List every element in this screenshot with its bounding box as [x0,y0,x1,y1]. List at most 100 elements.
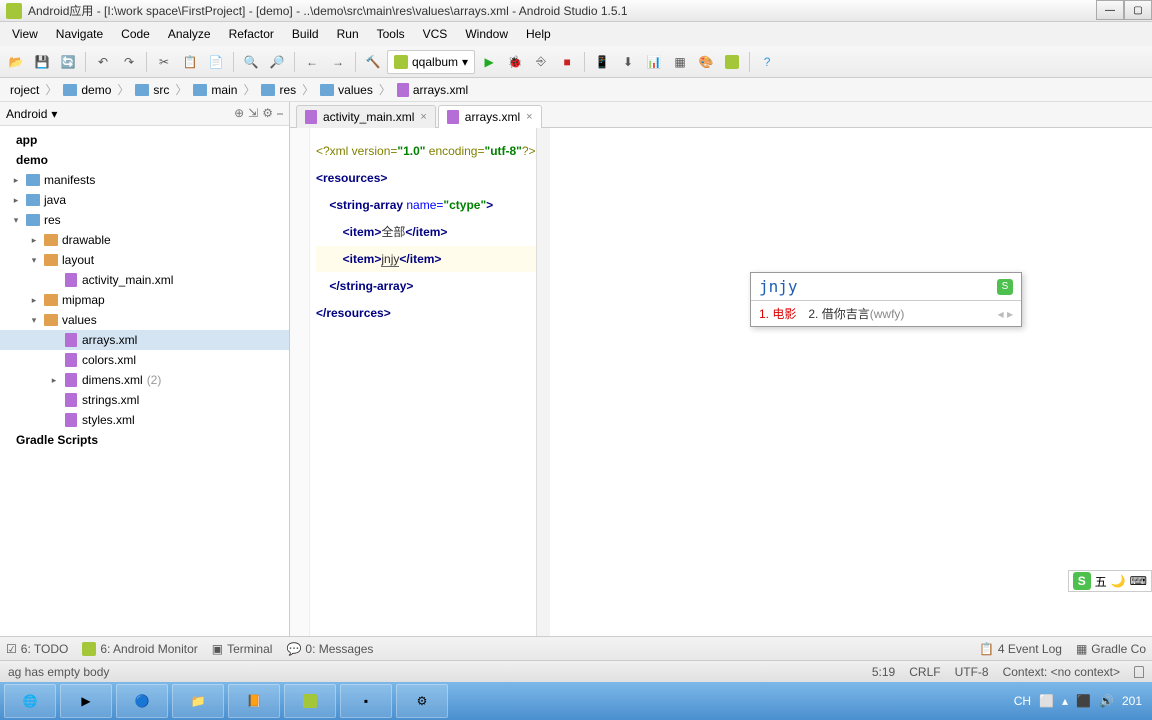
moon-icon[interactable]: 🌙 [1111,574,1126,588]
tool-gradle-console[interactable]: ▦ Gradle Co [1076,642,1146,656]
lock-icon[interactable] [1134,666,1144,678]
system-tray[interactable]: CH ⬜ ▴ ⬛ 🔊 201 [1014,694,1148,708]
layout-inspector-icon[interactable]: ▦ [668,50,692,74]
tree-node-java[interactable]: ▸java [0,190,289,210]
tray-lang[interactable]: CH [1014,694,1031,708]
menu-view[interactable]: View [4,25,46,43]
taskbar-app[interactable]: ⚙ [396,684,448,718]
code-content[interactable]: <?xml version="1.0" encoding="utf-8"?> <… [310,128,536,636]
copy-icon[interactable]: 📋 [178,50,202,74]
tree-node-drawable[interactable]: ▸drawable [0,230,289,250]
tree-node-activity-main[interactable]: activity_main.xml [0,270,289,290]
forward-icon[interactable]: → [326,50,350,74]
ime-page-arrows[interactable]: ◂ ▸ [998,307,1013,321]
tab-arrays[interactable]: arrays.xml × [438,105,542,128]
taskbar-media[interactable]: ▶ [60,684,112,718]
tree-node-colors[interactable]: colors.xml [0,350,289,370]
taskbar-ie[interactable]: 🌐 [4,684,56,718]
make-icon[interactable]: 🔨 [361,50,385,74]
context-indicator[interactable]: Context: <no context> [1003,665,1120,679]
menu-code[interactable]: Code [113,25,158,43]
tray-network-icon[interactable]: ⬛ [1076,694,1091,708]
file-encoding[interactable]: UTF-8 [955,665,989,679]
gear-icon[interactable]: ⚙ [262,106,273,121]
sync-icon[interactable]: 🔄 [56,50,80,74]
ime-candidates[interactable]: 1. 电影 2. 借你吉言(wwfy) ◂ ▸ [751,300,1021,326]
tool-android-monitor[interactable]: 6: Android Monitor [82,642,197,656]
cut-icon[interactable]: ✂ [152,50,176,74]
open-icon[interactable]: 📂 [4,50,28,74]
tray-time[interactable]: 201 [1122,694,1142,708]
tree-node-demo[interactable]: demo [0,150,289,170]
run-icon[interactable]: ▶ [477,50,501,74]
breadcrumb-main[interactable]: main [189,83,241,97]
tool-terminal[interactable]: ▣ Terminal [212,642,273,656]
taskbar-powerpoint[interactable]: 📙 [228,684,280,718]
error-stripe[interactable] [536,128,550,636]
menu-tools[interactable]: Tools [369,25,413,43]
tree-node-gradle-scripts[interactable]: Gradle Scripts [0,430,289,450]
tree-node-res[interactable]: ▾res [0,210,289,230]
code-editor[interactable]: <?xml version="1.0" encoding="utf-8"?> <… [290,128,1152,636]
paste-icon[interactable]: 📄 [204,50,228,74]
menu-navigate[interactable]: Navigate [48,25,111,43]
scroll-to-icon[interactable]: ⊕ [234,106,244,121]
breadcrumb-values[interactable]: values [316,83,377,97]
menu-help[interactable]: Help [518,25,559,43]
collapse-icon[interactable]: ⇲ [248,106,258,121]
tree-node-styles[interactable]: styles.xml [0,410,289,430]
save-icon[interactable]: 💾 [30,50,54,74]
menu-analyze[interactable]: Analyze [160,25,219,43]
chevron-down-icon[interactable]: ▾ [51,107,57,121]
debug-icon[interactable]: 🐞 [503,50,527,74]
close-icon[interactable]: × [526,111,532,123]
back-icon[interactable]: ← [300,50,324,74]
tray-flag-icon[interactable]: ⬜ [1039,694,1054,708]
ddms-icon[interactable]: 📊 [642,50,666,74]
tree-node-mipmap[interactable]: ▸mipmap [0,290,289,310]
close-icon[interactable]: × [420,111,426,123]
taskbar-browser[interactable]: 🔵 [116,684,168,718]
tool-messages[interactable]: 💬 0: Messages [286,642,373,656]
taskbar-explorer[interactable]: 📁 [172,684,224,718]
theme-editor-icon[interactable]: 🎨 [694,50,718,74]
tab-activity-main[interactable]: activity_main.xml × [296,105,436,128]
tray-chevron-icon[interactable]: ▴ [1062,694,1068,708]
hide-icon[interactable]: ⎯ [277,106,283,121]
avd-icon[interactable]: 📱 [590,50,614,74]
breadcrumb-src[interactable]: src [131,83,173,97]
menu-build[interactable]: Build [284,25,327,43]
breadcrumb-file[interactable]: arrays.xml [393,83,472,97]
keyboard-icon[interactable]: ⌨ [1130,574,1147,588]
android-robot-icon[interactable] [720,50,744,74]
menu-run[interactable]: Run [329,25,367,43]
attach-icon[interactable]: ⎆ [529,50,553,74]
sogou-toolbar[interactable]: S 五 🌙 ⌨ [1068,570,1152,592]
project-tree[interactable]: app demo ▸manifests ▸java ▾res ▸drawable… [0,126,289,636]
breadcrumb-demo[interactable]: demo [59,83,115,97]
breadcrumb-res[interactable]: res [257,83,300,97]
tree-node-layout[interactable]: ▾layout [0,250,289,270]
tree-node-dimens[interactable]: ▸dimens.xml(2) [0,370,289,390]
tree-node-arrays[interactable]: arrays.xml [0,330,289,350]
stop-icon[interactable]: ■ [555,50,579,74]
line-separator[interactable]: CRLF [909,665,940,679]
run-config-selector[interactable]: qqalbum ▾ [387,50,475,74]
menu-vcs[interactable]: VCS [415,25,456,43]
menu-refactor[interactable]: Refactor [221,25,282,43]
replace-icon[interactable]: 🔎 [265,50,289,74]
breadcrumb-project[interactable]: roject [6,83,43,97]
tree-node-app[interactable]: app [0,130,289,150]
find-icon[interactable]: 🔍 [239,50,263,74]
redo-icon[interactable]: ↷ [117,50,141,74]
maximize-button[interactable]: ▢ [1124,0,1152,20]
tree-node-values[interactable]: ▾values [0,310,289,330]
tool-todo[interactable]: ☑ 6: TODO [6,642,68,656]
sdk-icon[interactable]: ⬇ [616,50,640,74]
tool-event-log[interactable]: 📋 4 Event Log [979,642,1062,656]
minimize-button[interactable]: — [1096,0,1124,20]
tree-node-strings[interactable]: strings.xml [0,390,289,410]
project-view-selector[interactable]: Android [6,107,47,121]
undo-icon[interactable]: ↶ [91,50,115,74]
taskbar-cmd[interactable]: ▪ [340,684,392,718]
